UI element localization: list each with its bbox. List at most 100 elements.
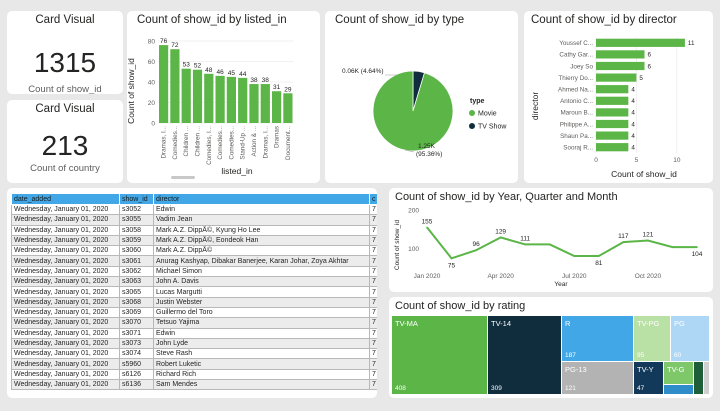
bar-6 bbox=[596, 108, 629, 117]
bar-8 bbox=[596, 131, 629, 140]
table-row[interactable]: Wednesday, January 01, 2020 s3059 Mark A.Z… bbox=[11, 234, 377, 247]
data-point-4 bbox=[524, 243, 526, 246]
tile-value: 408 bbox=[395, 385, 406, 392]
data-point-6 bbox=[573, 255, 576, 257]
data-label: 38 bbox=[262, 77, 270, 84]
x-tick-label: Document... bbox=[285, 126, 292, 160]
y-tick-label: Philippe A... bbox=[560, 121, 594, 128]
table-cell: 7 bbox=[369, 296, 377, 308]
data-label: 52 bbox=[194, 63, 202, 70]
table-row[interactable]: Wednesday, January 01, 2020 s3070 Tetsuo Y… bbox=[11, 317, 377, 329]
x-axis-title: Year bbox=[554, 281, 568, 288]
tile-label: TV-G bbox=[667, 365, 685, 374]
treemap-tile[interactable]: PG 60 bbox=[671, 316, 709, 361]
table-cell: Wednesday, January 01, 2020 bbox=[11, 245, 120, 257]
treemap-tile[interactable]: TV-MA 408 bbox=[392, 316, 487, 394]
table-row[interactable]: Wednesday, January 01, 2020 s3062 Michael … bbox=[11, 265, 377, 278]
table-cell: Wednesday, January 01, 2020 bbox=[11, 203, 120, 216]
data-label: 4 bbox=[631, 87, 635, 94]
x-tick-label: Comedies... bbox=[228, 126, 235, 160]
bar-9 bbox=[596, 143, 629, 152]
bar-0 bbox=[596, 38, 685, 47]
data-point-11 bbox=[696, 246, 698, 248]
legend-label-tv-show[interactable]: TV Show bbox=[478, 124, 507, 131]
data-point-0 bbox=[426, 226, 428, 229]
table-cell: Wednesday, January 01, 2020 bbox=[11, 358, 120, 370]
x-tick-label: Children ... bbox=[195, 126, 202, 157]
table-row[interactable]: Wednesday, January 01, 2020 s3063 John A. … bbox=[11, 276, 377, 288]
data-label: 45 bbox=[228, 70, 236, 77]
table-cell: Wednesday, January 01, 2020 bbox=[11, 327, 120, 339]
treemap-tile[interactable] bbox=[694, 362, 703, 394]
table-cell: s3065 bbox=[119, 286, 154, 298]
column-header[interactable]: show_id bbox=[119, 193, 154, 205]
data-label: 29 bbox=[284, 86, 292, 93]
table-row[interactable]: Wednesday, January 01, 2020 s3058 Mark A.Z… bbox=[11, 224, 377, 236]
table-cell: 7 bbox=[369, 224, 377, 236]
table-row[interactable]: Wednesday, January 01, 2020 s3060 Mark A.Z… bbox=[11, 245, 377, 257]
table-row[interactable]: Wednesday, January 01, 2020 s3052 Edwin 7 bbox=[11, 203, 377, 216]
table-row[interactable]: Wednesday, January 01, 2020 s6126 Richard … bbox=[11, 368, 377, 381]
table-cell: 7 bbox=[369, 348, 377, 360]
column-header[interactable]: date_added bbox=[11, 193, 120, 205]
table-cell: Wednesday, January 01, 2020 bbox=[11, 276, 120, 288]
tile-label: TV-MA bbox=[395, 319, 418, 328]
data-label: 4 bbox=[631, 133, 635, 140]
table-row[interactable]: Wednesday, January 01, 2020 s5960 Robert L… bbox=[11, 358, 377, 370]
table-cell: Wednesday, January 01, 2020 bbox=[11, 368, 120, 381]
scrollbar[interactable] bbox=[171, 176, 195, 179]
tile-label: TV-PG bbox=[637, 319, 660, 328]
table-row[interactable]: Wednesday, January 01, 2020 s3074 Steve Ra… bbox=[11, 348, 377, 360]
y-tick-label: 40 bbox=[148, 80, 156, 87]
table-cell: s5960 bbox=[119, 358, 154, 370]
table-row[interactable]: Wednesday, January 01, 2020 s3068 Justin W… bbox=[11, 296, 377, 308]
chart-title: Count of show_id by rating bbox=[395, 300, 526, 312]
x-tick-label: Comedies, I... bbox=[206, 126, 213, 165]
table-cell: Wednesday, January 01, 2020 bbox=[11, 306, 120, 319]
table-row[interactable]: Wednesday, January 01, 2020 s3065 Lucas Ma… bbox=[11, 286, 377, 298]
x-tick-label: Dramas, I... bbox=[262, 126, 269, 159]
x-tick-label: Jan 2020 bbox=[414, 273, 441, 280]
rating-treemap[interactable]: Count of show_id by rating TV-MA 408 TV-14… bbox=[389, 297, 713, 398]
x-tick-label: 5 bbox=[635, 157, 639, 164]
label-movie-count: 1.25K bbox=[418, 143, 436, 150]
type-pie-chart[interactable]: Count of show_id by type 0.06K (4.64%) 1… bbox=[325, 11, 518, 183]
treemap-area: TV-MA 408 TV-14 309 R 187 PG-13 121 TV-PG 95 PG 60 T… bbox=[392, 316, 710, 395]
table-row[interactable]: Wednesday, January 01, 2020 s3071 Edwin 7 bbox=[11, 327, 377, 339]
treemap-tile[interactable] bbox=[664, 385, 693, 394]
data-label: 75 bbox=[448, 262, 456, 269]
y-tick-label: Youssef C... bbox=[559, 40, 593, 47]
treemap-tile[interactable] bbox=[704, 362, 709, 394]
table-cell: 7 bbox=[369, 286, 377, 298]
table-cell: s3070 bbox=[119, 317, 154, 329]
card-visual-shows[interactable]: Card Visual 1315 Count of show_id bbox=[7, 11, 123, 94]
card-visual-country[interactable]: Card Visual 213 Count of country bbox=[7, 100, 123, 183]
table-row[interactable]: Wednesday, January 01, 2020 s3073 John Lyd… bbox=[11, 337, 377, 350]
bar-1 bbox=[170, 49, 180, 124]
table-row[interactable]: Wednesday, January 01, 2020 s3055 Vadim Je… bbox=[11, 214, 377, 226]
treemap-tile[interactable]: PG-13 121 bbox=[562, 362, 633, 394]
table-cell: s3060 bbox=[119, 245, 154, 257]
monthly-line-chart[interactable]: Count of show_id by Year, Quarter and Mo… bbox=[389, 188, 713, 292]
column-header[interactable]: director bbox=[153, 193, 370, 205]
data-table[interactable]: date_added show_id director c Wednesday, Ja… bbox=[7, 188, 377, 398]
treemap-tile[interactable]: TV-Y 47 bbox=[634, 362, 663, 394]
legend-label-movie[interactable]: Movie bbox=[478, 111, 497, 118]
treemap-tile[interactable]: TV-G bbox=[664, 362, 693, 384]
director-chart[interactable]: Count of show_id by director director Co… bbox=[524, 11, 713, 183]
y-tick-label: Ahmed Na... bbox=[558, 87, 593, 94]
treemap-tile[interactable]: R 187 bbox=[562, 316, 633, 361]
table-row[interactable]: Wednesday, January 01, 2020 s6136 Sam Mend… bbox=[11, 379, 377, 391]
table-row[interactable]: Wednesday, January 01, 2020 s3069 Guillerm… bbox=[11, 306, 377, 319]
legend-dot-tv-show bbox=[469, 123, 475, 129]
treemap-tile[interactable]: TV-14 309 bbox=[488, 316, 561, 394]
data-point-2 bbox=[475, 249, 477, 252]
table-cell: 7 bbox=[369, 265, 377, 278]
y-tick-label: Antonio C... bbox=[560, 98, 593, 105]
column-header[interactable]: c bbox=[369, 193, 377, 205]
treemap-tile[interactable]: TV-PG 95 bbox=[634, 316, 670, 361]
bar-2 bbox=[181, 68, 191, 123]
listed-in-chart[interactable]: Count of show_id by listed_in Count of s… bbox=[127, 11, 320, 183]
table-row[interactable]: Wednesday, January 01, 2020 s3061 Anurag K… bbox=[11, 255, 377, 267]
tile-value: 95 bbox=[637, 352, 645, 359]
